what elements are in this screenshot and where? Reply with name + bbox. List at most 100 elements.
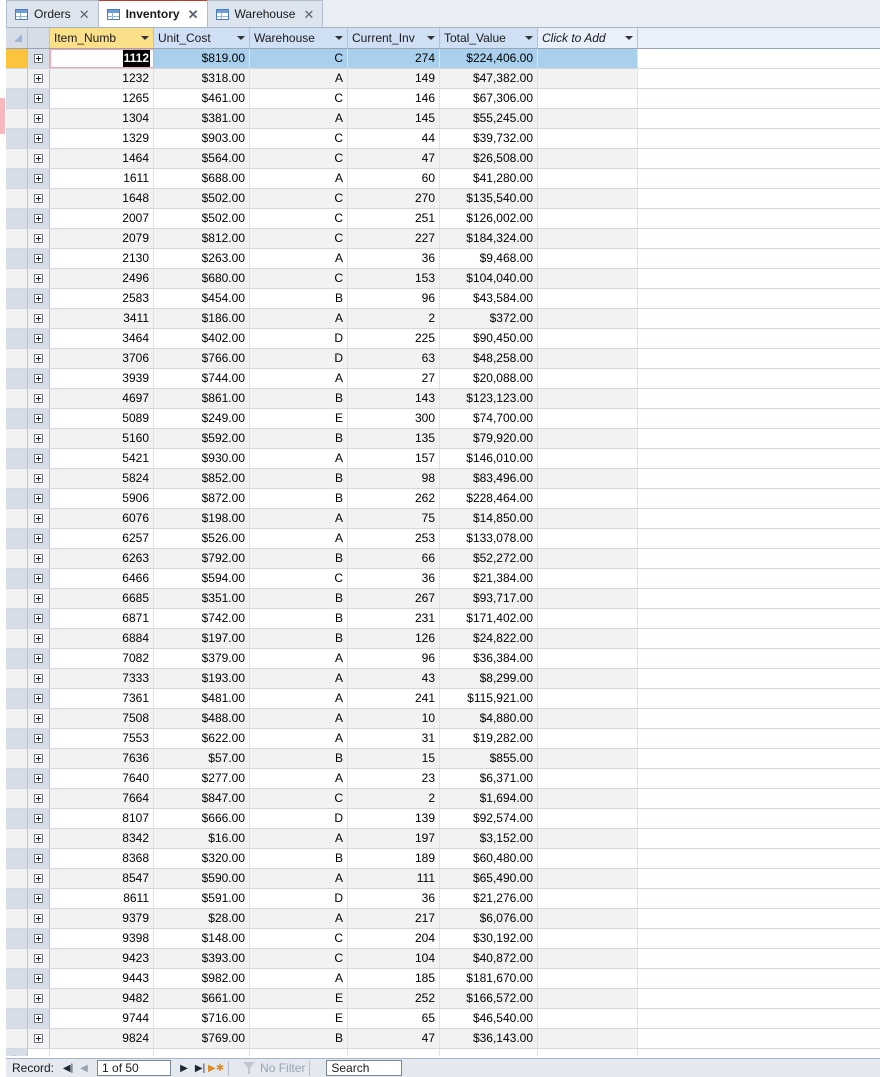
cell-unit-cost[interactable]: $591.00 bbox=[154, 889, 250, 908]
expand-row-button[interactable] bbox=[28, 329, 50, 348]
cell-add-new[interactable] bbox=[538, 989, 638, 1008]
row-selector[interactable] bbox=[6, 629, 28, 648]
cell-add-new[interactable] bbox=[538, 369, 638, 388]
cell-item-number[interactable]: 3939 bbox=[50, 369, 154, 388]
cell-unit-cost[interactable]: $379.00 bbox=[154, 649, 250, 668]
cell-unit-cost[interactable]: $57.00 bbox=[154, 749, 250, 768]
cell-unit-cost[interactable]: $590.00 bbox=[154, 869, 250, 888]
cell-current-inventory[interactable]: 185 bbox=[348, 969, 440, 988]
close-icon[interactable]: ✕ bbox=[301, 8, 314, 21]
cell-warehouse[interactable]: B bbox=[250, 549, 348, 568]
cell-total-value[interactable]: $48,258.00 bbox=[440, 349, 538, 368]
tab-orders[interactable]: Orders ✕ bbox=[6, 0, 99, 27]
table-row[interactable]: 3939 $744.00 A 27 $20,088.00 bbox=[6, 369, 880, 389]
cell-unit-cost[interactable]: $402.00 bbox=[154, 329, 250, 348]
expand-row-button[interactable] bbox=[28, 609, 50, 628]
row-selector[interactable] bbox=[6, 869, 28, 888]
cell-total-value[interactable]: $126,002.00 bbox=[440, 209, 538, 228]
expand-row-button[interactable] bbox=[28, 769, 50, 788]
cell-warehouse[interactable]: C bbox=[250, 209, 348, 228]
close-icon[interactable]: ✕ bbox=[77, 8, 90, 21]
cell-add-new[interactable] bbox=[538, 589, 638, 608]
table-row[interactable]: 9482 $661.00 E 252 $166,572.00 bbox=[6, 989, 880, 1009]
row-selector[interactable] bbox=[6, 789, 28, 808]
cell-total-value[interactable]: $4,880.00 bbox=[440, 709, 538, 728]
table-row[interactable]: 7553 $622.00 A 31 $19,282.00 bbox=[6, 729, 880, 749]
row-selector[interactable] bbox=[6, 529, 28, 548]
table-row[interactable]: 5421 $930.00 A 157 $146,010.00 bbox=[6, 449, 880, 469]
cell-warehouse[interactable]: C bbox=[250, 189, 348, 208]
chevron-down-icon[interactable] bbox=[237, 36, 245, 40]
cell-item-number[interactable]: 8611 bbox=[50, 889, 154, 908]
cell-current-inventory[interactable]: 96 bbox=[348, 649, 440, 668]
cell-unit-cost[interactable]: $661.00 bbox=[154, 989, 250, 1008]
expand-row-button[interactable] bbox=[28, 629, 50, 648]
cell-item-number[interactable]: 1464 bbox=[50, 149, 154, 168]
cell-warehouse[interactable]: B bbox=[250, 429, 348, 448]
expand-row-button[interactable] bbox=[28, 729, 50, 748]
new-record-row[interactable] bbox=[6, 1049, 880, 1056]
cell-total-value[interactable]: $372.00 bbox=[440, 309, 538, 328]
cell-unit-cost[interactable]: $847.00 bbox=[154, 789, 250, 808]
cell-current-inventory[interactable]: 66 bbox=[348, 549, 440, 568]
expand-row-button[interactable] bbox=[28, 409, 50, 428]
cell-warehouse[interactable]: B bbox=[250, 849, 348, 868]
cell-item-number[interactable]: 1112 bbox=[50, 49, 154, 68]
cell-item-number[interactable]: 9398 bbox=[50, 929, 154, 948]
row-selector[interactable] bbox=[6, 129, 28, 148]
cell-item-number[interactable]: 1265 bbox=[50, 89, 154, 108]
cell-current-inventory[interactable]: 47 bbox=[348, 1029, 440, 1048]
expand-row-button[interactable] bbox=[28, 209, 50, 228]
select-all-corner[interactable] bbox=[6, 28, 28, 48]
chevron-down-icon[interactable] bbox=[525, 36, 533, 40]
expand-row-button[interactable] bbox=[28, 929, 50, 948]
cell-add-new[interactable] bbox=[538, 309, 638, 328]
table-row[interactable]: 9379 $28.00 A 217 $6,076.00 bbox=[6, 909, 880, 929]
table-row[interactable]: 9423 $393.00 C 104 $40,872.00 bbox=[6, 949, 880, 969]
cell-item-number[interactable]: 3706 bbox=[50, 349, 154, 368]
cell-current-inventory[interactable]: 98 bbox=[348, 469, 440, 488]
cell-warehouse[interactable]: B bbox=[250, 609, 348, 628]
expand-row-button[interactable] bbox=[28, 589, 50, 608]
table-row[interactable]: 3464 $402.00 D 225 $90,450.00 bbox=[6, 329, 880, 349]
cell-warehouse[interactable]: B bbox=[250, 629, 348, 648]
cell-current-inventory[interactable]: 217 bbox=[348, 909, 440, 928]
table-row[interactable]: 5906 $872.00 B 262 $228,464.00 bbox=[6, 489, 880, 509]
cell-item-number[interactable]: 6257 bbox=[50, 529, 154, 548]
cell-total-value[interactable]: $224,406.00 bbox=[440, 49, 538, 68]
cell-add-new[interactable] bbox=[538, 89, 638, 108]
expand-row-button[interactable] bbox=[28, 1009, 50, 1028]
cell-add-new[interactable] bbox=[538, 149, 638, 168]
cell-warehouse[interactable]: A bbox=[250, 249, 348, 268]
cell-warehouse[interactable]: D bbox=[250, 329, 348, 348]
cell-warehouse[interactable]: A bbox=[250, 529, 348, 548]
cell-unit-cost[interactable]: $594.00 bbox=[154, 569, 250, 588]
cell-warehouse[interactable]: C bbox=[250, 129, 348, 148]
cell-warehouse[interactable]: B bbox=[250, 489, 348, 508]
cell-warehouse[interactable]: A bbox=[250, 689, 348, 708]
new-record-cell-unit-cost[interactable] bbox=[154, 1049, 250, 1056]
expand-row-button[interactable] bbox=[28, 169, 50, 188]
expand-row-button[interactable] bbox=[28, 349, 50, 368]
cell-unit-cost[interactable]: $564.00 bbox=[154, 149, 250, 168]
column-header-warehouse[interactable]: Warehouse bbox=[250, 28, 348, 48]
cell-unit-cost[interactable]: $688.00 bbox=[154, 169, 250, 188]
cell-current-inventory[interactable]: 36 bbox=[348, 889, 440, 908]
expand-row-button[interactable] bbox=[28, 129, 50, 148]
row-selector[interactable] bbox=[6, 189, 28, 208]
row-selector[interactable] bbox=[6, 649, 28, 668]
cell-add-new[interactable] bbox=[538, 509, 638, 528]
table-row[interactable]: 2007 $502.00 C 251 $126,002.00 bbox=[6, 209, 880, 229]
cell-total-value[interactable]: $228,464.00 bbox=[440, 489, 538, 508]
row-selector[interactable] bbox=[6, 389, 28, 408]
row-selector[interactable] bbox=[6, 549, 28, 568]
cell-unit-cost[interactable]: $744.00 bbox=[154, 369, 250, 388]
cell-total-value[interactable]: $3,152.00 bbox=[440, 829, 538, 848]
table-row[interactable]: 7664 $847.00 C 2 $1,694.00 bbox=[6, 789, 880, 809]
cell-unit-cost[interactable]: $318.00 bbox=[154, 69, 250, 88]
cell-item-number[interactable]: 7664 bbox=[50, 789, 154, 808]
filter-status[interactable]: No Filter bbox=[243, 1061, 305, 1075]
table-row[interactable]: 8547 $590.00 A 111 $65,490.00 bbox=[6, 869, 880, 889]
cell-total-value[interactable]: $166,572.00 bbox=[440, 989, 538, 1008]
cell-current-inventory[interactable]: 15 bbox=[348, 749, 440, 768]
